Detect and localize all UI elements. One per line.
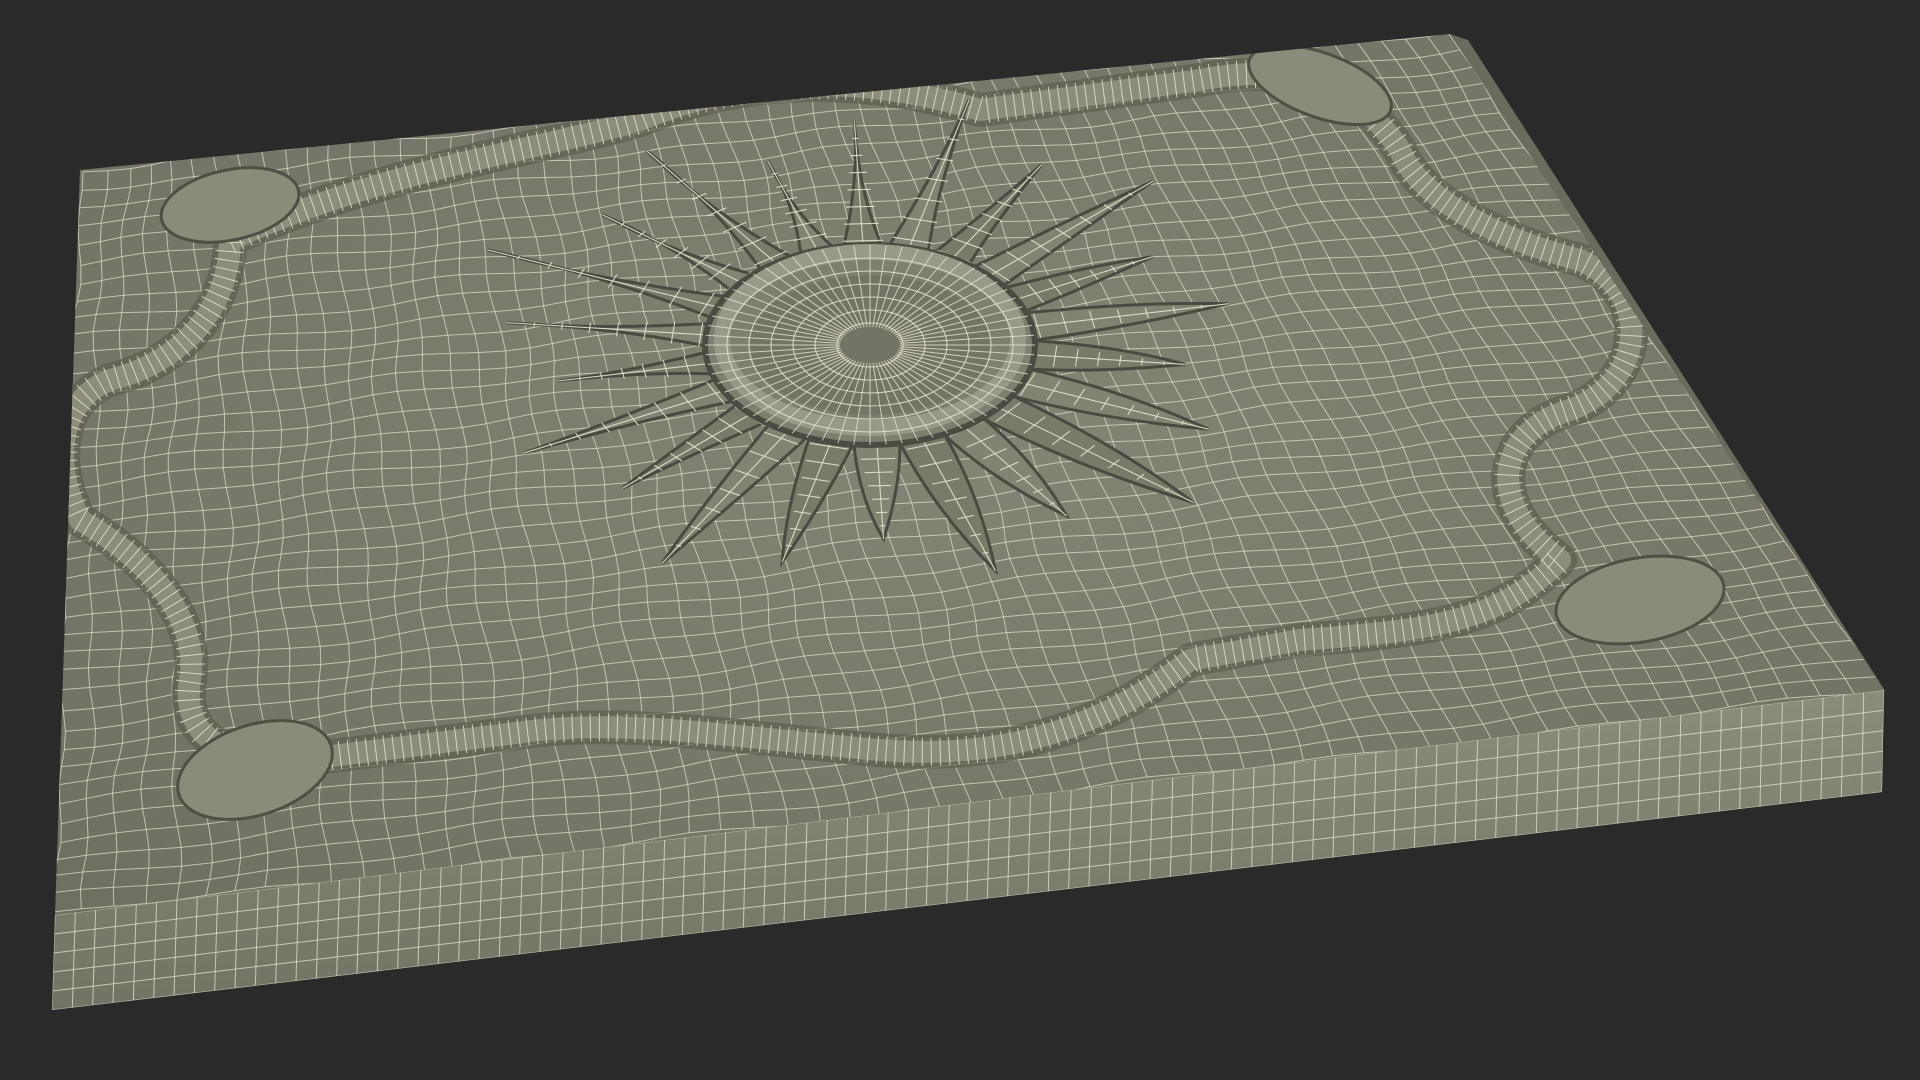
- sunflower-center: [702, 242, 1038, 448]
- wireframe-scene: [52, 34, 1886, 1010]
- render-viewport: [0, 0, 1920, 1080]
